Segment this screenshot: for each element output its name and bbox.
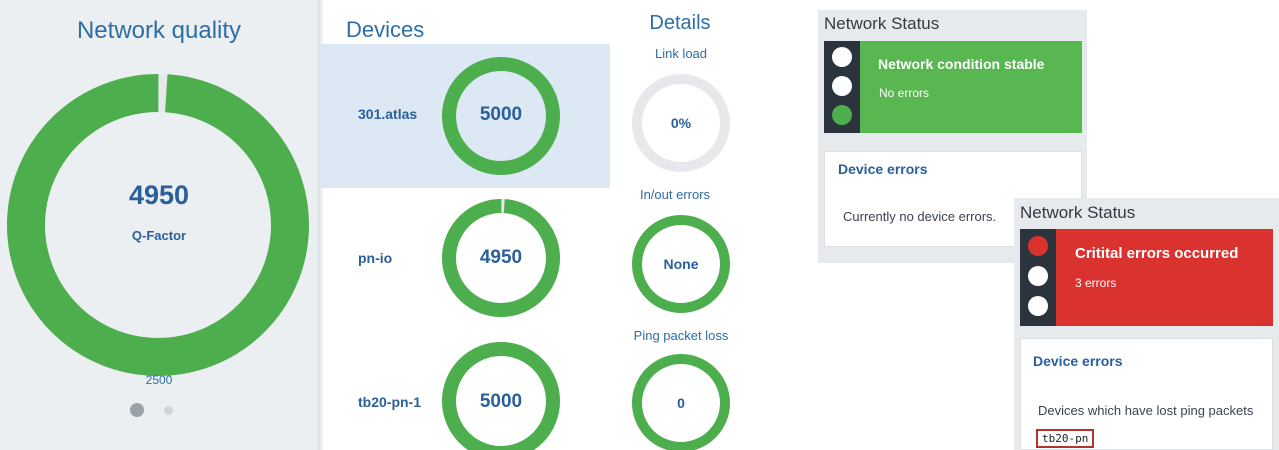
network-status-title: Network Status [824,14,940,33]
detail-label-link-load: Link load [654,46,708,61]
q-factor-label: Q-Factor [131,228,187,243]
status-band-title-2: Critital errors occurred [1075,245,1239,262]
traffic-light-2-top [1028,236,1048,256]
detail-value-in-out-errors: None [663,256,699,272]
gauge-scale-label: 2500 [145,373,173,387]
traffic-light-2-bottom [1028,296,1048,316]
status-band-subtitle: No errors [879,86,930,100]
device-name-pn-io[interactable]: pn-io [358,250,392,266]
detail-value-link-load: 0% [670,115,692,131]
traffic-light-middle [832,76,852,96]
details-title: Details [649,12,711,34]
pager-dot-active[interactable] [130,403,144,417]
traffic-light-2-middle [1028,266,1048,286]
pager-dot[interactable] [164,406,173,415]
device-errors-heading-2: Device errors [1033,353,1123,369]
detail-value-ping-packet-loss: 0 [677,395,685,411]
devices-title: Devices [346,17,425,42]
status-band-title: Network condition stable [878,56,1045,72]
traffic-light-bottom [832,105,852,125]
network-status-title-2: Network Status [1020,203,1136,222]
device-name-301-atlas[interactable]: 301.atlas [358,106,417,122]
traffic-light-top [832,47,852,67]
device-errors-text-2: Devices which have lost ping packets [1038,403,1254,418]
q-factor-value: 4950 [128,180,190,210]
q-factor-gauge [7,73,309,376]
status-band-subtitle-2: 3 errors [1075,276,1117,290]
detail-label-in-out-errors: In/out errors [639,187,711,202]
device-value-pn-io: 4950 [479,247,523,268]
detail-label-ping-packet-loss: Ping packet loss [633,328,729,343]
device-errors-text: Currently no device errors. [843,209,997,224]
device-errors-heading: Device errors [838,161,928,177]
error-device-tag[interactable]: tb20-pn [1036,429,1095,448]
gauge-fill-arc [7,73,309,376]
device-name-tb20-pn-1[interactable]: tb20-pn-1 [358,394,421,410]
device-value-tb20-pn-1: 5000 [479,391,523,412]
network-quality-title: Network quality [76,17,242,44]
device-value-301-atlas: 5000 [479,104,523,125]
